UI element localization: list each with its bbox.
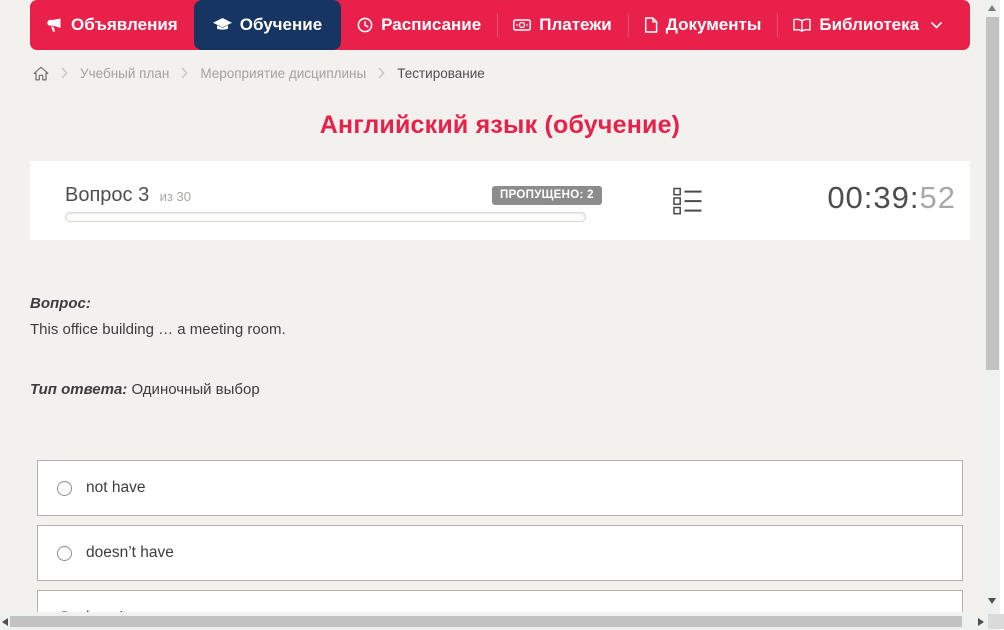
answer-option-label: doesn’t have	[86, 544, 174, 562]
horizontal-scrollbar[interactable]	[0, 614, 988, 629]
radio-button[interactable]	[57, 611, 72, 613]
answer-option[interactable]: not have	[37, 460, 963, 516]
breadcrumb-testing: Тестирование	[397, 66, 485, 81]
nav-item-label: Документы	[666, 15, 762, 35]
question-list-icon	[673, 187, 702, 218]
quiz-timer: 00:39:52	[827, 180, 956, 216]
home-icon[interactable]	[33, 66, 49, 81]
question-total: из 30	[160, 189, 191, 204]
breadcrumb: Учебный план Мероприятие дисциплины Тест…	[30, 61, 970, 85]
answer-option[interactable]: hasn’t	[37, 590, 963, 612]
answer-type-value: Одиночный выбор	[131, 381, 259, 398]
question-heading: Вопрос:	[30, 291, 970, 317]
vertical-scrollbar[interactable]	[985, 0, 1000, 614]
nav-item-payments[interactable]: Платежи	[497, 0, 628, 50]
nav-item-library[interactable]: Библиотека	[777, 0, 958, 50]
banknote-icon	[513, 18, 531, 32]
question-number: Вопрос 3	[65, 184, 149, 206]
nav-item-documents[interactable]: Документы	[628, 0, 778, 50]
chevron-right-icon	[61, 67, 68, 79]
answer-options: not have doesn’t have hasn’t	[30, 460, 970, 612]
megaphone-icon	[46, 17, 63, 33]
nav-item-label: Обучение	[240, 15, 322, 35]
document-icon	[644, 17, 658, 33]
answer-type-line: Тип ответа: Одиночный выбор	[30, 377, 970, 403]
answer-type-label: Тип ответа:	[30, 381, 127, 398]
main-nav: Объявления Обучение Расписание Платежи Д…	[30, 0, 970, 50]
scroll-right-arrow[interactable]	[978, 618, 984, 626]
radio-button[interactable]	[57, 546, 72, 561]
nav-item-schedule[interactable]: Расписание	[341, 0, 497, 50]
question-block: Вопрос: This office building … a meeting…	[30, 291, 970, 403]
vertical-scrollbar-thumb[interactable]	[986, 17, 999, 370]
question-text: This office building … a meeting room.	[30, 317, 970, 343]
radio-button[interactable]	[57, 481, 72, 496]
chevron-right-icon	[181, 67, 188, 79]
quiz-header-panel: Вопрос 3 из 30 ПРОПУЩЕНО: 2 00:39:52	[30, 161, 970, 240]
open-book-icon	[793, 18, 811, 33]
horizontal-scrollbar-thumb[interactable]	[10, 616, 962, 627]
timer-hours-minutes: 00:39:	[827, 180, 919, 215]
question-list-button[interactable]	[671, 186, 703, 218]
nav-item-label: Объявления	[71, 15, 178, 35]
chevron-down-icon	[931, 22, 942, 29]
page-title: Английский язык (обучение)	[30, 111, 970, 140]
nav-item-label: Библиотека	[819, 15, 919, 35]
right-edge-strip	[1000, 0, 1004, 630]
answer-option[interactable]: doesn’t have	[37, 525, 963, 581]
skipped-badge: ПРОПУЩЕНО: 2	[492, 186, 602, 205]
timer-seconds: 52	[920, 180, 956, 215]
answer-option-label: hasn’t	[86, 609, 127, 612]
question-counter: Вопрос 3 из 30	[65, 184, 191, 207]
nav-item-label: Расписание	[381, 15, 481, 35]
scrollbar-corner	[988, 614, 1004, 629]
chevron-right-icon	[378, 67, 385, 79]
scroll-left-arrow[interactable]	[2, 618, 8, 626]
nav-item-training[interactable]: Обучение	[194, 0, 341, 50]
nav-item-label: Платежи	[539, 15, 612, 35]
scroll-down-arrow[interactable]	[988, 598, 996, 604]
clock-icon	[357, 17, 373, 33]
answer-option-label: not have	[86, 479, 145, 497]
nav-item-announcements[interactable]: Объявления	[30, 0, 194, 50]
breadcrumb-discipline-event[interactable]: Мероприятие дисциплины	[200, 66, 366, 81]
breadcrumb-study-plan[interactable]: Учебный план	[80, 66, 169, 81]
quiz-progress-bar	[65, 212, 586, 222]
scroll-up-arrow[interactable]	[988, 5, 996, 11]
graduation-cap-icon	[213, 18, 232, 33]
